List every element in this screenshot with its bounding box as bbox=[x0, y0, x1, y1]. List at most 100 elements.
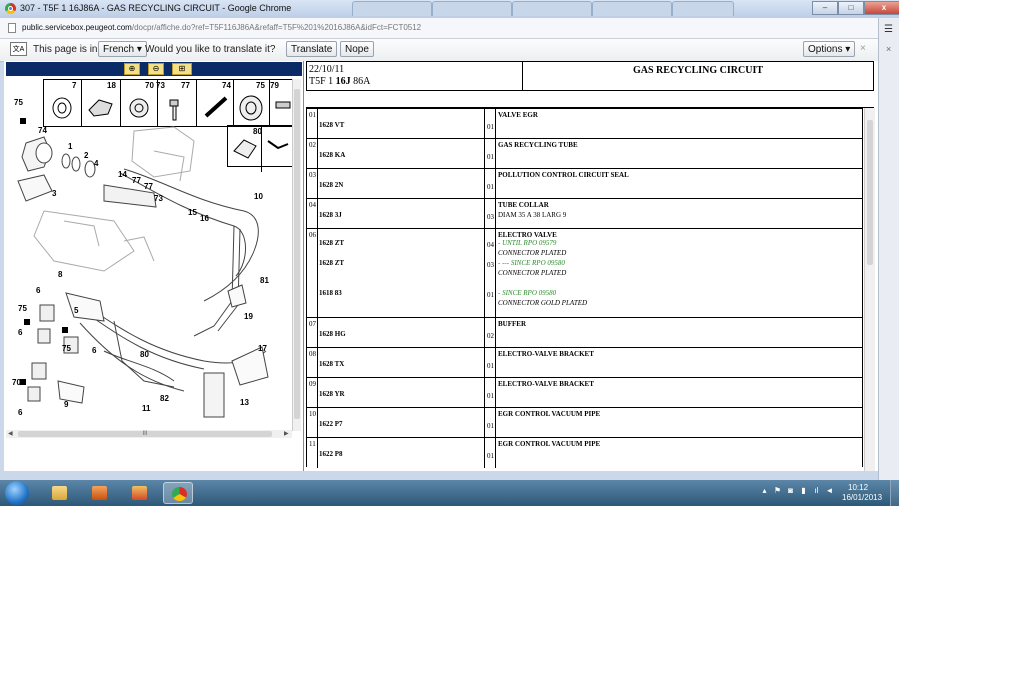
window-titlebar[interactable]: 307 - T5F 1 16J86A - GAS RECYCLING CIRCU… bbox=[0, 0, 899, 18]
part-description: BUFFER bbox=[498, 320, 526, 328]
url-path: /docpr/affiche.do?ref=T5F116J86A&refaff=… bbox=[131, 23, 422, 32]
clock-date[interactable]: 16/01/2013 bbox=[842, 493, 882, 502]
translate-question: Would you like to translate it? bbox=[145, 44, 276, 55]
background-tab[interactable] bbox=[592, 1, 672, 16]
column-divider bbox=[317, 348, 318, 378]
nope-button[interactable]: Nope bbox=[340, 41, 374, 57]
background-window-edge: ☰ × bbox=[878, 18, 899, 480]
explorer-icon bbox=[52, 486, 67, 500]
flag-icon[interactable]: ⚑ bbox=[773, 485, 782, 497]
diagram-callout: 4 bbox=[94, 159, 99, 168]
part-code[interactable]: 1628 YR bbox=[319, 390, 345, 398]
page-content: ⊕ ⊖ ⊞ 7 18 70 73 77 74 75 79 80 75 74 1 … bbox=[4, 61, 878, 471]
column-divider bbox=[317, 408, 318, 438]
parts-row[interactable]: 01 1628 VT 01 VALVE EGR bbox=[306, 108, 863, 139]
menu-icon[interactable]: ☰ bbox=[884, 24, 894, 35]
part-code[interactable]: 1618 83 bbox=[319, 289, 342, 297]
column-divider bbox=[317, 109, 318, 139]
parts-row[interactable]: 03 1628 2N 01 POLLUTION CONTROL CIRCUIT SEA… bbox=[306, 168, 863, 199]
parts-row[interactable]: 04 1628 3J 03 TUBE COLLAR DIAM 35 A 38 LARG … bbox=[306, 198, 863, 229]
part-description: TUBE COLLAR bbox=[498, 201, 549, 209]
language-select[interactable]: French ▾ bbox=[98, 41, 147, 57]
scroll-left-icon[interactable]: ◀ bbox=[8, 430, 13, 437]
desktop-screen: 307 - T5F 1 16J86A - GAS RECYCLING CIRCU… bbox=[0, 0, 899, 506]
translate-icon: 文A bbox=[10, 42, 27, 56]
background-tab[interactable] bbox=[512, 1, 592, 16]
row-number: 07 bbox=[309, 320, 316, 328]
scrollbar-thumb[interactable] bbox=[867, 120, 873, 265]
background-tab[interactable] bbox=[432, 1, 512, 16]
media-player-button[interactable] bbox=[84, 482, 114, 504]
signal-icon[interactable]: ıl bbox=[812, 485, 821, 497]
column-divider bbox=[484, 109, 485, 139]
scrollbar-thumb[interactable] bbox=[294, 89, 300, 419]
scroll-right-icon[interactable]: ▶ bbox=[284, 430, 289, 437]
diagram-callout: 75 bbox=[14, 98, 23, 107]
scrollbar-thumb[interactable]: III bbox=[18, 431, 272, 437]
part-code[interactable]: 1628 2N bbox=[319, 181, 343, 189]
part-code[interactable]: 1622 P7 bbox=[319, 420, 343, 428]
parts-row[interactable]: 09 1628 YR 01 ELECTRO-VALVE BRACKET bbox=[306, 377, 863, 408]
background-tab[interactable] bbox=[352, 1, 432, 16]
part-code[interactable]: 1628 TX bbox=[319, 360, 344, 368]
part-detail: DIAM 35 A 38 LARG 9 bbox=[498, 211, 567, 219]
background-tab[interactable] bbox=[672, 1, 734, 16]
media-player-icon bbox=[92, 486, 107, 500]
close-icon[interactable]: × bbox=[886, 44, 891, 54]
parts-row[interactable]: 06 1628 ZT 04 1628 ZT 03 1618 83 01 ELECTRO VAL… bbox=[306, 228, 863, 318]
start-orb[interactable] bbox=[5, 481, 29, 505]
parts-row[interactable]: 11 1622 P8 01 EGR CONTROL VACUUM PIPE bbox=[306, 437, 863, 468]
part-quantity: 03 bbox=[487, 261, 494, 269]
servicebox-button[interactable] bbox=[124, 482, 154, 504]
part-code[interactable]: 1628 VT bbox=[319, 121, 344, 129]
parts-row[interactable]: 07 1628 HG 02 BUFFER bbox=[306, 317, 863, 348]
diagram-callout: 70 bbox=[12, 378, 21, 387]
diagram-callout: 1 bbox=[68, 142, 73, 151]
minimize-button[interactable]: – bbox=[812, 1, 838, 15]
chrome-taskbar-button[interactable] bbox=[163, 482, 193, 504]
column-divider bbox=[495, 199, 496, 229]
column-divider bbox=[484, 139, 485, 169]
parts-row[interactable]: 10 1622 P7 01 EGR CONTROL VACUUM PIPE bbox=[306, 407, 863, 438]
row-number: 11 bbox=[309, 440, 316, 448]
part-detail: - UNTIL RPO 09579 bbox=[498, 239, 557, 247]
part-code[interactable]: 1622 P8 bbox=[319, 450, 343, 458]
close-infobar-icon[interactable]: × bbox=[860, 43, 866, 54]
translate-prefix: This page is in bbox=[33, 44, 98, 55]
security-icon[interactable]: ◙ bbox=[786, 485, 795, 497]
part-code[interactable]: 1628 ZT bbox=[319, 239, 344, 247]
options-button[interactable]: Options ▾ bbox=[803, 41, 856, 57]
column-divider bbox=[495, 438, 496, 468]
system-tray: ▴ ⚑ ◙ ▮ ıl ◄ bbox=[760, 485, 834, 501]
part-quantity: 01 bbox=[487, 422, 494, 430]
parts-row[interactable]: 08 1628 TX 01 ELECTRO-VALVE BRACKET bbox=[306, 347, 863, 378]
column-divider bbox=[317, 139, 318, 169]
explorer-button[interactable] bbox=[44, 482, 74, 504]
part-detail: - --- SINCE RPO 09580 bbox=[498, 259, 565, 267]
chevron-down-icon: ▾ bbox=[845, 44, 851, 55]
column-divider bbox=[317, 438, 318, 468]
parts-vertical-scrollbar[interactable] bbox=[864, 108, 875, 471]
chrome-logo-icon bbox=[5, 3, 16, 14]
show-desktop-button[interactable] bbox=[890, 480, 899, 506]
part-code[interactable]: 1628 ZT bbox=[319, 259, 344, 267]
address-bar[interactable]: public.servicebox.peugeot.com/docpr/affi… bbox=[0, 18, 878, 39]
url-text[interactable]: public.servicebox.peugeot.com/docpr/affi… bbox=[22, 23, 421, 32]
maximize-button[interactable]: □ bbox=[838, 1, 864, 15]
translate-button[interactable]: Translate bbox=[286, 41, 338, 57]
column-divider bbox=[484, 318, 485, 348]
part-code[interactable]: 1628 HG bbox=[319, 330, 346, 338]
diagram-vertical-scrollbar[interactable] bbox=[292, 79, 301, 431]
diagram-callout: 81 bbox=[260, 276, 269, 285]
diagram-callout: 10 bbox=[254, 192, 263, 201]
network-icon[interactable]: ▮ bbox=[799, 485, 808, 497]
diagram-horizontal-scrollbar[interactable]: ◀ III ▶ bbox=[6, 430, 292, 438]
part-code[interactable]: 1628 3J bbox=[319, 211, 342, 219]
column-divider bbox=[484, 408, 485, 438]
parts-row[interactable]: 02 1628 KA 01 GAS RECYCLING TUBE bbox=[306, 138, 863, 169]
close-button[interactable]: x bbox=[864, 1, 899, 15]
clock-time[interactable]: 10:12 bbox=[848, 483, 868, 492]
volume-icon[interactable]: ◄ bbox=[825, 485, 834, 497]
tray-expand-icon[interactable]: ▴ bbox=[760, 485, 769, 497]
part-code[interactable]: 1628 KA bbox=[319, 151, 345, 159]
